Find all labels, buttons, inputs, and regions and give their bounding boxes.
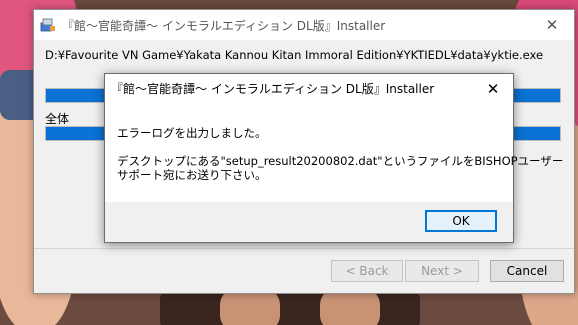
current-file-path: D:¥Favourite VN Game¥Yakata Kannou Kitan… [45, 48, 544, 62]
dialog-close-button[interactable]: ✕ [473, 74, 513, 103]
ok-button[interactable]: OK [425, 210, 497, 232]
installer-title: 『館～官能奇譚～ インモラルエディション DL版』Installer [62, 18, 386, 33]
dialog-title-bar[interactable]: 『館～官能奇譚～ インモラルエディション DL版』Installer ✕ [105, 74, 513, 103]
dialog-message-line-1: エラーログを出力しました。 [117, 126, 267, 140]
total-progress-label: 全体 [45, 112, 70, 126]
back-button[interactable]: < Back [331, 260, 403, 282]
button-separator [34, 248, 574, 249]
error-dialog: 『館～官能奇譚～ インモラルエディション DL版』Installer ✕ エラー… [104, 73, 563, 243]
cancel-button[interactable]: Cancel [490, 260, 564, 282]
dialog-footer: OK [105, 202, 513, 242]
dialog-message-line-3: サポート宛にお送り下さい。 [117, 168, 267, 182]
installer-title-bar[interactable]: 『館～官能奇譚～ インモラルエディション DL版』Installer ✕ [34, 10, 574, 40]
installer-close-button[interactable]: ✕ [530, 10, 574, 40]
next-button[interactable]: Next > [405, 260, 479, 282]
dialog-title: 『館～官能奇譚～ インモラルエディション DL版』Installer [111, 82, 435, 96]
installer-app-icon [40, 17, 56, 33]
